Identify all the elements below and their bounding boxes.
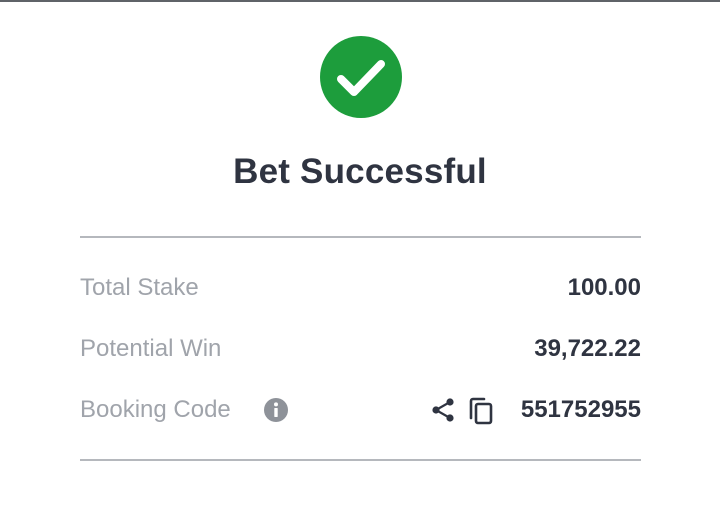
potential-win-value: 39,722.22 bbox=[534, 335, 641, 362]
potential-win-row: Potential Win 39,722.22 bbox=[80, 331, 641, 367]
booking-code-label: Booking Code bbox=[80, 396, 231, 423]
booking-code-value[interactable]: 551752955 bbox=[521, 392, 641, 428]
page-title: Bet Successful bbox=[233, 152, 487, 191]
top-border bbox=[0, 0, 720, 2]
booking-code-row: Booking Code 551752955 bbox=[80, 392, 641, 428]
potential-win-label: Potential Win bbox=[80, 335, 222, 362]
top-divider bbox=[80, 236, 641, 238]
copy-icon[interactable] bbox=[466, 396, 496, 426]
bottom-divider bbox=[80, 459, 641, 461]
total-stake-value: 100.00 bbox=[567, 274, 641, 301]
total-stake-label: Total Stake bbox=[80, 274, 199, 301]
share-icon[interactable] bbox=[430, 397, 456, 423]
checkmark-circle-icon bbox=[320, 36, 402, 118]
info-icon[interactable] bbox=[263, 397, 289, 423]
total-stake-row: Total Stake 100.00 bbox=[80, 270, 641, 306]
